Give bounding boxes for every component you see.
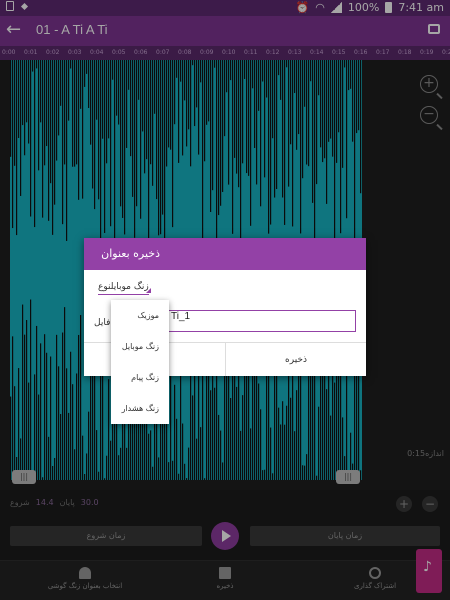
menu-item-notification[interactable]: زنگ پیام xyxy=(111,362,169,393)
app-screen: ⏰ ◠ 100% 7:41 am ← 01 - A Ti A Ti 0:00 0:… xyxy=(0,0,450,600)
type-selector[interactable]: زنگ موبایلنوع xyxy=(98,282,151,295)
dialog-title: ذخیره بعنوان xyxy=(84,238,366,270)
filename-input[interactable]: Ti_1 xyxy=(164,310,356,332)
menu-item-music[interactable]: موزیک xyxy=(111,300,169,331)
type-dropdown-menu: موزیک زنگ موبایل زنگ پیام زنگ هشدار xyxy=(111,300,169,424)
filename-value: Ti_1 xyxy=(171,311,191,322)
save-button[interactable]: ذخیره xyxy=(226,343,366,376)
type-label: نوع xyxy=(98,282,111,292)
file-label: فایل xyxy=(94,318,111,328)
menu-item-ringtone[interactable]: زنگ موبایل xyxy=(111,331,169,362)
type-value: زنگ موبایل xyxy=(110,282,149,292)
menu-item-alarm[interactable]: زنگ هشدار xyxy=(111,393,169,424)
type-dropdown[interactable]: زنگ موبایلنوع xyxy=(98,282,151,295)
